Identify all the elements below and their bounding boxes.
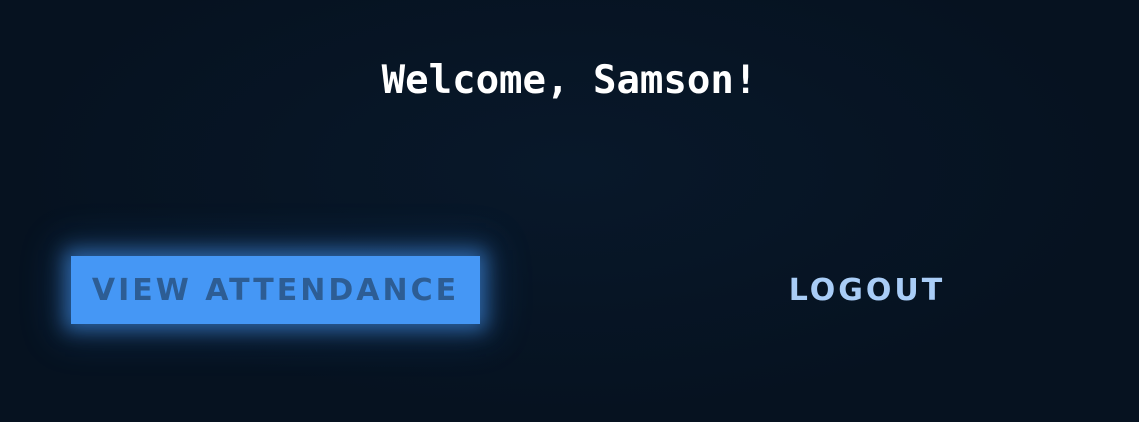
dashboard-page: Welcome, Samson! VIEW ATTENDANCE LOGOUT: [0, 0, 1139, 422]
logout-button[interactable]: LOGOUT: [760, 256, 974, 324]
view-attendance-button[interactable]: VIEW ATTENDANCE: [71, 256, 480, 324]
welcome-heading: Welcome, Samson!: [381, 58, 758, 103]
